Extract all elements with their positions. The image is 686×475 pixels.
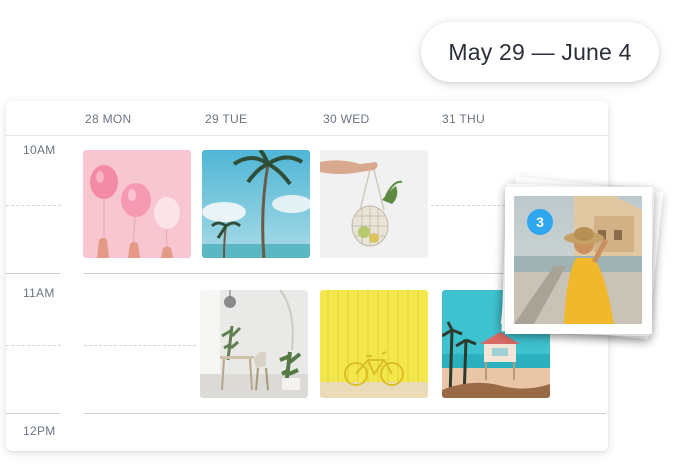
pink-balloons-image	[83, 150, 191, 258]
scheduled-post-mesh-bag[interactable]	[320, 150, 428, 258]
hour-divider	[6, 413, 60, 414]
scheduled-post-white-interior[interactable]	[200, 290, 308, 398]
day-header-mon[interactable]: 28 MON	[85, 112, 131, 126]
scheduled-post-pink-balloons[interactable]	[83, 150, 191, 258]
day-header-tue[interactable]: 29 TUE	[205, 112, 247, 126]
post-count-badge: 3	[527, 209, 553, 235]
hour-divider	[84, 413, 606, 414]
hour-label-12pm: 12PM	[23, 424, 56, 438]
hour-divider	[6, 273, 60, 274]
half-hour-divider	[431, 205, 511, 206]
post-count-label: 3	[536, 214, 544, 230]
scheduled-post-palm-tree[interactable]	[202, 150, 310, 258]
mesh-bag-image	[320, 150, 428, 258]
dragged-post-card[interactable]	[505, 187, 652, 334]
hour-label-11am: 11AM	[23, 286, 55, 300]
day-header-wed[interactable]: 30 WED	[323, 112, 369, 126]
date-range-label: May 29 — June 4	[448, 38, 632, 65]
hour-label-10am: 10AM	[23, 143, 56, 157]
half-hour-divider	[6, 345, 61, 346]
half-hour-divider	[84, 345, 196, 346]
yellow-bicycle-image	[320, 290, 428, 398]
half-hour-divider	[6, 205, 61, 206]
day-header-thu[interactable]: 31 THU	[442, 112, 485, 126]
scheduled-post-yellow-bicycle[interactable]	[320, 290, 428, 398]
calendar-header: 28 MON 29 TUE 30 WED 31 THU	[6, 101, 608, 136]
palm-tree-image	[202, 150, 310, 258]
date-range-selector[interactable]: May 29 — June 4	[421, 22, 659, 82]
white-interior-image	[200, 290, 308, 398]
